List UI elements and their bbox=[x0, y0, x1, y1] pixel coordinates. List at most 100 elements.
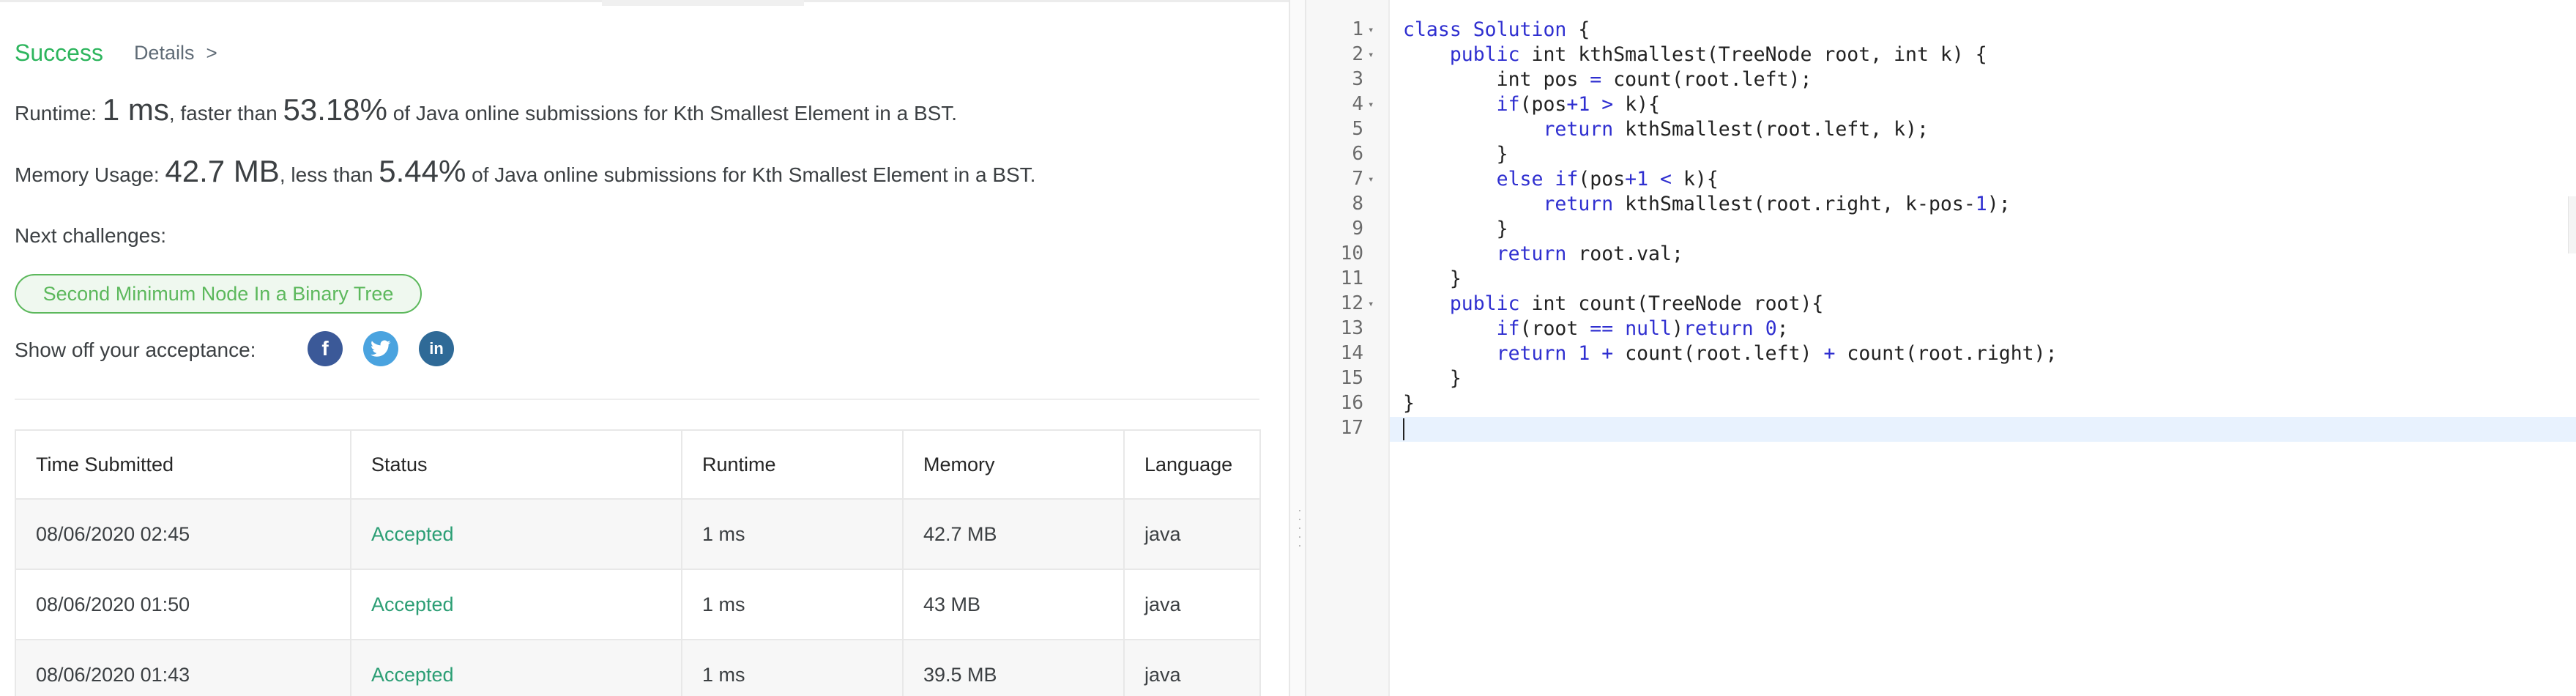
code-token: + bbox=[1823, 342, 1836, 365]
facebook-glyph: f bbox=[321, 337, 329, 360]
line-number: 4 bbox=[1352, 93, 1363, 115]
code-line: int pos = count(root.left); bbox=[1403, 68, 1812, 91]
memory-stat: Memory Usage: 42.7 MB, less than 5.44% o… bbox=[15, 154, 1035, 189]
submission-result-panel: Success Details > Runtime: 1 ms, faster … bbox=[0, 0, 1289, 696]
line-number: 11 bbox=[1340, 267, 1363, 289]
next-challenge-button[interactable]: Second Minimum Node In a Binary Tree bbox=[15, 274, 422, 314]
runtime-stat: Runtime: 1 ms, faster than 53.18% of Jav… bbox=[15, 92, 957, 127]
line-number: 7 bbox=[1352, 168, 1363, 190]
code-token: public bbox=[1449, 292, 1520, 315]
line-number: 1 bbox=[1352, 18, 1363, 40]
line-number: 8 bbox=[1352, 193, 1363, 215]
code-line: return 1 + count(root.left) + count(root… bbox=[1403, 342, 2058, 365]
runtime-prefix: Runtime: bbox=[15, 102, 103, 125]
table-row: 08/06/2020 02:45 Accepted 1 ms 42.7 MB j… bbox=[15, 498, 1261, 570]
code-token: return bbox=[1496, 243, 1567, 265]
code-token: count(root.left); bbox=[1601, 68, 1812, 91]
facebook-icon[interactable]: f bbox=[308, 331, 343, 366]
cell-runtime: 1 ms bbox=[681, 639, 904, 696]
memory-percent: 5.44% bbox=[379, 154, 466, 188]
fold-arrow-icon[interactable]: ▾ bbox=[1368, 174, 1374, 185]
cell-status-link[interactable]: Accepted bbox=[350, 569, 682, 640]
line-number: 9 bbox=[1352, 218, 1363, 240]
line-number: 12 bbox=[1340, 292, 1363, 314]
code-token: count(root.left) bbox=[1613, 342, 1824, 365]
fold-arrow-icon[interactable]: ▾ bbox=[1368, 298, 1374, 310]
code-token: class Solution bbox=[1403, 18, 1567, 41]
line-number: 14 bbox=[1340, 342, 1363, 364]
cell-language: java bbox=[1123, 639, 1261, 696]
runtime-mid: , faster than bbox=[168, 102, 283, 125]
fold-arrow-icon[interactable]: ▾ bbox=[1368, 49, 1374, 61]
code-token: + bbox=[1601, 342, 1614, 365]
cell-language: java bbox=[1123, 569, 1261, 640]
divider bbox=[15, 399, 1259, 400]
code-line: return root.val; bbox=[1403, 243, 1683, 265]
code-line: } bbox=[1403, 392, 1415, 415]
twitter-icon[interactable] bbox=[363, 331, 398, 366]
line-number: 17 bbox=[1340, 417, 1363, 439]
code-line: public int kthSmallest(TreeNode root, in… bbox=[1403, 43, 1987, 66]
code-token: k){ bbox=[1672, 168, 1719, 190]
cell-status-link[interactable]: Accepted bbox=[350, 639, 682, 696]
code-token: ) bbox=[1672, 317, 1683, 340]
runtime-percent: 53.18% bbox=[283, 92, 387, 127]
cell-memory: 42.7 MB bbox=[902, 498, 1125, 570]
code-token: public bbox=[1449, 43, 1520, 66]
cell-status-link[interactable]: Accepted bbox=[350, 498, 682, 570]
code-token: if bbox=[1496, 93, 1520, 116]
code-token: = bbox=[1590, 68, 1602, 91]
text-cursor bbox=[1403, 418, 1404, 440]
code-token: } bbox=[1403, 367, 1462, 390]
code-token: (pos bbox=[1578, 168, 1626, 190]
code-line: else if(pos+1 < k){ bbox=[1403, 168, 1719, 190]
code-token: root.val; bbox=[1566, 243, 1683, 265]
code-token: int count(TreeNode root){ bbox=[1519, 292, 1824, 315]
code-token: } bbox=[1403, 267, 1462, 290]
details-link[interactable]: Details bbox=[134, 42, 195, 64]
active-line-highlight bbox=[1390, 417, 2576, 442]
code-token: null bbox=[1625, 317, 1672, 340]
code-token: int kthSmallest(TreeNode root, int k) { bbox=[1519, 43, 1987, 66]
next-challenges-label: Next challenges: bbox=[15, 224, 167, 247]
runtime-suffix: of Java online submissions for Kth Small… bbox=[387, 102, 958, 125]
line-number: 6 bbox=[1352, 143, 1363, 165]
code-editor[interactable]: 1 ▾ 2 ▾ 3 4 ▾ 5 6 7 ▾ 8 9 10 11 12 ▾ 13 14 15 16 17 class Sol… bbox=[1305, 0, 2576, 696]
memory-value: 42.7 MB bbox=[165, 154, 280, 188]
chevron-right-icon[interactable]: > bbox=[206, 42, 217, 64]
table-row: 08/06/2020 01:43 Accepted 1 ms 39.5 MB j… bbox=[15, 639, 1261, 696]
code-token: count(root.right); bbox=[1835, 342, 2058, 365]
drag-dots-icon: · · · · · bbox=[1298, 503, 1302, 552]
code-token: } bbox=[1403, 218, 1508, 240]
line-number: 3 bbox=[1352, 68, 1363, 90]
code-token: 0 bbox=[1765, 317, 1777, 340]
line-number: 15 bbox=[1340, 367, 1363, 389]
cell-runtime: 1 ms bbox=[681, 498, 904, 570]
editor-scrollbar[interactable] bbox=[2568, 196, 2576, 253]
code-token: kthSmallest(root.right, k-pos- bbox=[1613, 193, 1976, 215]
memory-suffix: of Java online submissions for Kth Small… bbox=[466, 163, 1036, 186]
code-line: } bbox=[1403, 218, 1508, 240]
code-token: return bbox=[1543, 118, 1614, 141]
line-number-gutter: 1 ▾ 2 ▾ 3 4 ▾ 5 6 7 ▾ 8 9 10 11 12 ▾ 13 14 15 16 17 bbox=[1306, 0, 1390, 696]
line-number: 5 bbox=[1352, 118, 1363, 140]
active-tab-indicator bbox=[602, 0, 804, 6]
runtime-value: 1 ms bbox=[102, 92, 169, 127]
fold-arrow-icon[interactable]: ▾ bbox=[1368, 99, 1374, 111]
code-token: return bbox=[1496, 342, 1567, 365]
linkedin-icon[interactable]: in bbox=[419, 331, 454, 366]
header-language: Language bbox=[1123, 429, 1261, 500]
code-token: k){ bbox=[1613, 93, 1661, 116]
code-line: return kthSmallest(root.right, k-pos-1); bbox=[1403, 193, 2010, 215]
fold-arrow-icon[interactable]: ▾ bbox=[1368, 24, 1374, 36]
code-token: > bbox=[1601, 93, 1614, 116]
code-token: 1 bbox=[1578, 342, 1590, 365]
